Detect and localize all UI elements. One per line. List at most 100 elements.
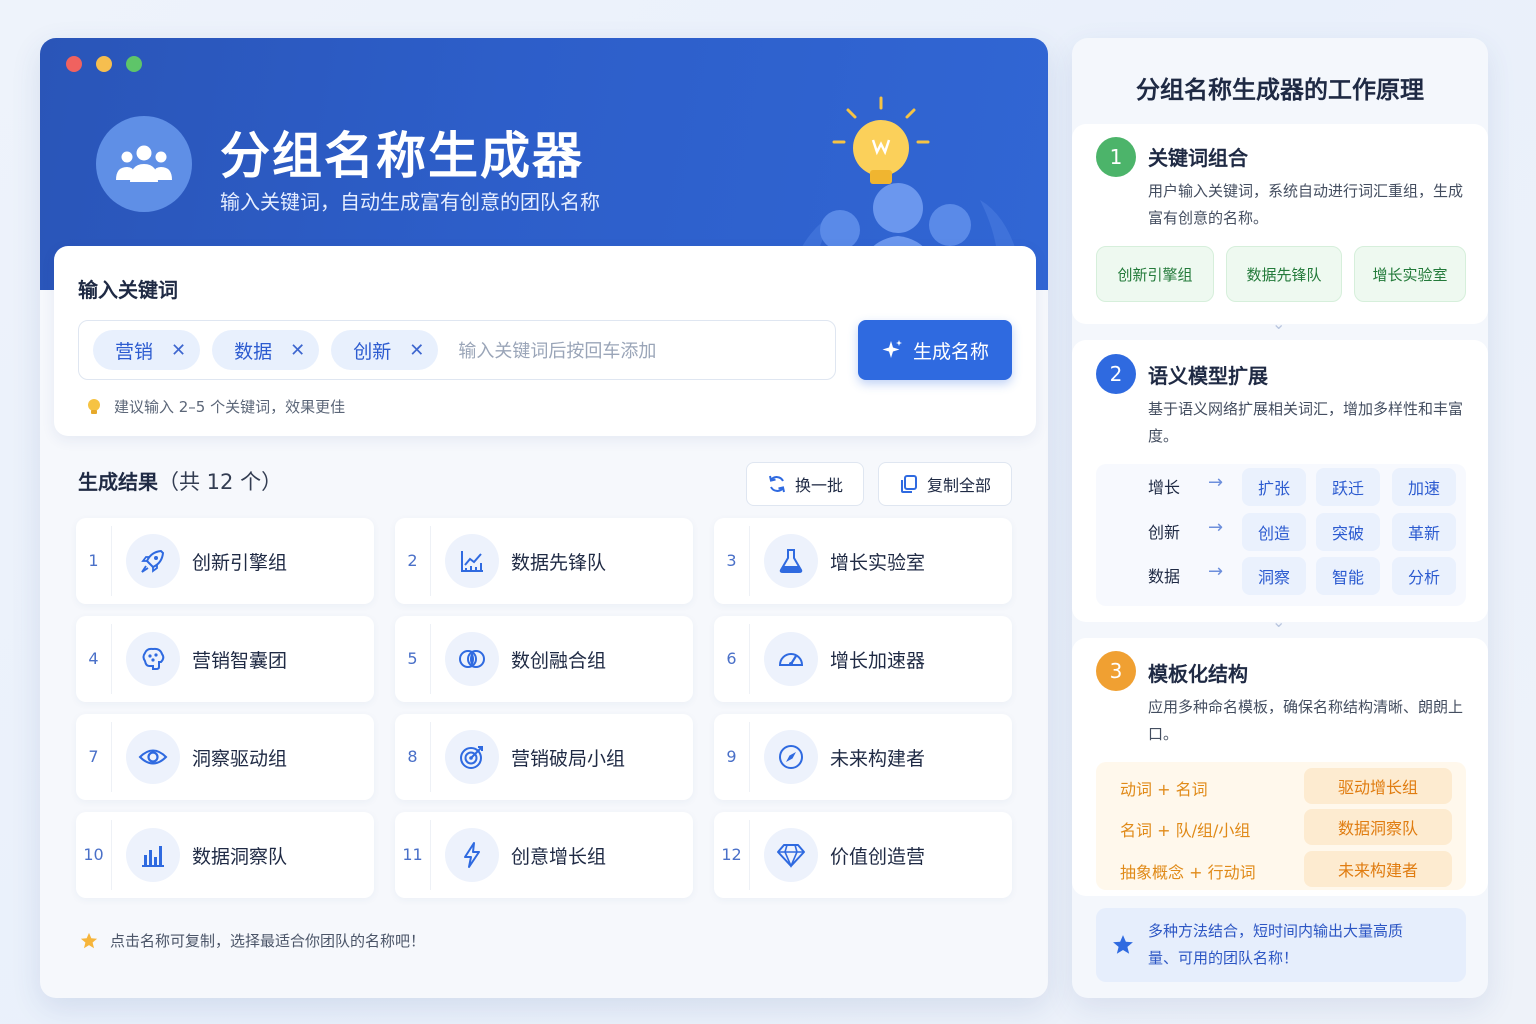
minimize-window-button[interactable] [96,56,112,72]
speedometer-icon [764,632,818,686]
result-index: 12 [714,820,750,890]
overlap-circles-icon [445,632,499,686]
template-example: 驱动增长组 [1304,768,1452,804]
result-card[interactable]: 7 洞察驱动组 [76,714,374,800]
result-card[interactable]: 4 营销智囊团 [76,616,374,702]
expansion-chip: 分析 [1392,557,1456,595]
chevron-down-icon: ⌄ [1272,314,1286,333]
result-name: 价值创造营 [830,845,926,868]
keyword-hint-text: 建议输入 2–5 个关键词，效果更佳 [114,398,346,416]
result-name: 数据先锋队 [511,551,607,574]
keyword-tag: 创新 ✕ [331,330,439,370]
result-card[interactable]: 2 数据先锋队 [395,518,693,604]
template-example: 未来构建者 [1304,851,1452,887]
result-name: 营销破局小组 [511,747,626,770]
copy-icon [900,475,917,493]
keyword-input-placeholder[interactable]: 输入关键词后按回车添加 [458,337,656,363]
template-table: 动词 + 名词 驱动增长组 名词 + 队/组/小组 数据洞察队 抽象概念 + 行… [1096,762,1466,890]
step-description: 用户输入关键词，系统自动进行词汇重组，生成富有创意的名称。 [1148,182,1464,227]
arrow-right-icon: → [1208,517,1224,538]
result-card[interactable]: 8 营销破局小组 [395,714,693,800]
keyword-input-field[interactable]: 营销 ✕ 数据 ✕ 创新 ✕ 输入关键词后按回车添加 [78,320,836,380]
result-name: 营销智囊团 [192,649,288,672]
result-name: 创意增长组 [511,845,607,868]
page-subtitle: 输入关键词，自动生成富有创意的团队名称 [220,190,600,214]
result-card[interactable]: 9 未来构建者 [714,714,1012,800]
result-index: 11 [395,820,431,890]
template-pattern: 动词 + 名词 [1120,780,1208,799]
step-title: 模板化结构 [1148,662,1248,686]
brain-icon [126,632,180,686]
result-index: 2 [395,526,431,596]
results-header: 生成结果（共 12 个） [78,466,282,496]
result-card[interactable]: 6 增长加速器 [714,616,1012,702]
step-description: 基于语义网络扩展相关词汇，增加多样性和丰富度。 [1148,400,1464,445]
refresh-icon [769,475,785,493]
app-window: 分组名称生成器 输入关键词，自动生成富有创意的团队名称 输入关键词 营销 ✕ 数… [40,38,1048,998]
remove-tag-icon[interactable]: ✕ [290,340,305,361]
team-icon [96,116,192,212]
star-icon [1113,935,1133,954]
copy-all-label: 复制全部 [926,476,991,495]
lightning-icon [445,828,499,882]
result-card[interactable]: 12 价值创造营 [714,812,1012,898]
generate-button-label: 生成名称 [912,340,989,363]
remove-tag-icon[interactable]: ✕ [171,340,186,361]
expansion-chip: 扩张 [1242,468,1306,506]
keyword-hint: 建议输入 2–5 个关键词，效果更佳 [86,396,345,417]
example-chip: 数据先锋队 [1226,246,1342,302]
keyword-tag-label: 创新 [353,340,392,363]
step-keyword-combination: 1 关键词组合 用户输入关键词，系统自动进行词汇重组，生成富有创意的名称。 创新… [1072,124,1488,324]
arrow-right-icon: → [1208,561,1224,582]
expansion-chip: 跃迁 [1316,468,1380,506]
expansion-chip: 突破 [1316,513,1380,551]
summary-note: 多种方法结合，短时间内输出大量高质量、可用的团队名称！ [1096,908,1466,982]
maximize-window-button[interactable] [126,56,142,72]
close-window-button[interactable] [66,56,82,72]
result-index: 8 [395,722,431,792]
step-title: 语义模型扩展 [1148,364,1268,388]
result-name: 数创融合组 [511,649,607,672]
result-name: 数据洞察队 [192,845,288,868]
keyword-input-card: 输入关键词 营销 ✕ 数据 ✕ 创新 ✕ 输入关键词后按回车添加 生成名称 建议… [54,246,1036,436]
arrow-right-icon: → [1208,472,1224,493]
step-number-badge: 2 [1096,354,1136,394]
summary-text: 多种方法结合，短时间内输出大量高质量、可用的团队名称！ [1148,922,1404,967]
compass-icon [764,730,818,784]
semantic-expansion-table: 增长 → 扩张 跃迁 加速 创新 → 创造 突破 革新 数据 → 洞察 智能 分… [1096,464,1466,606]
step-description: 应用多种命名模板，确保名称结构清晰、朗朗上口。 [1148,698,1464,743]
how-it-works-panel: 分组名称生成器的工作原理 1 关键词组合 用户输入关键词，系统自动进行词汇重组，… [1072,38,1488,998]
result-index: 7 [76,722,112,792]
result-index: 5 [395,624,431,694]
bar-chart-icon [126,828,180,882]
example-chip: 增长实验室 [1354,246,1466,302]
step-number-badge: 3 [1096,651,1136,691]
copy-hint-text: 点击名称可复制，选择最适合你团队的名称吧！ [110,932,426,950]
result-name: 未来构建者 [830,747,926,770]
copy-all-button[interactable]: 复制全部 [878,462,1012,506]
keyword-tag-label: 数据 [234,340,273,363]
line-chart-icon [445,534,499,588]
result-card[interactable]: 11 创意增长组 [395,812,693,898]
result-index: 4 [76,624,112,694]
keyword-tag: 数据 ✕ [212,330,320,370]
result-index: 9 [714,722,750,792]
result-index: 1 [76,526,112,596]
example-chip: 创新引擎组 [1096,246,1214,302]
refresh-batch-button[interactable]: 换一批 [746,462,864,506]
lightbulb-icon [88,398,100,414]
window-controls [66,56,142,72]
result-index: 10 [76,820,112,890]
result-index: 6 [714,624,750,694]
result-card[interactable]: 10 数据洞察队 [76,812,374,898]
generate-names-button[interactable]: 生成名称 [858,320,1012,380]
result-card[interactable]: 1 创新引擎组 [76,518,374,604]
chevron-down-icon: ⌄ [1272,612,1286,631]
step-semantic-expansion: 2 语义模型扩展 基于语义网络扩展相关词汇，增加多样性和丰富度。 增长 → 扩张… [1072,340,1488,622]
flask-icon [764,534,818,588]
result-card[interactable]: 3 增长实验室 [714,518,1012,604]
diamond-icon [764,828,818,882]
result-card[interactable]: 5 数创融合组 [395,616,693,702]
remove-tag-icon[interactable]: ✕ [409,340,424,361]
target-icon [445,730,499,784]
